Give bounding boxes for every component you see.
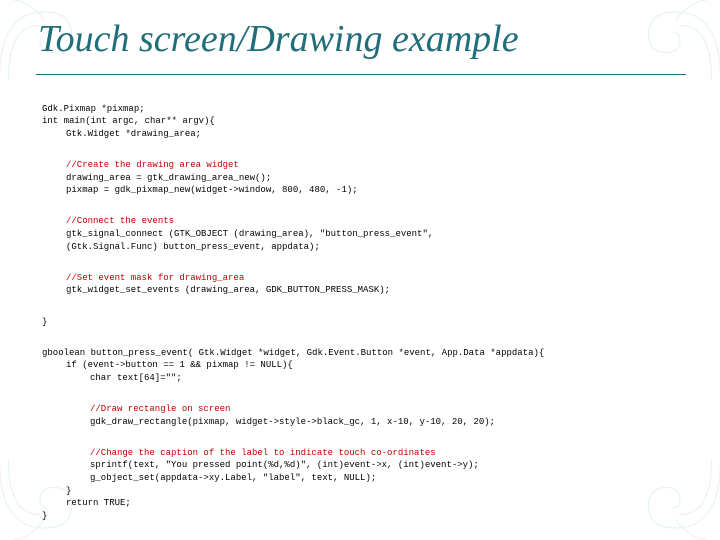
slide-title: Touch screen/Drawing example (38, 20, 519, 60)
title-underline (36, 74, 686, 75)
code-line: drawing_area = gtk_drawing_area_new(); (66, 173, 271, 183)
code-line: char text[64]=""; (90, 373, 182, 383)
code-line: Gdk.Pixmap *pixmap; (42, 104, 145, 114)
code-line: return TRUE; (66, 498, 131, 508)
code-line: (Gtk.Signal.Func) button_press_event, ap… (66, 242, 320, 252)
code-line: gboolean button_press_event( Gtk.Widget … (42, 348, 544, 358)
code-line: } (42, 317, 47, 327)
code-line: gtk_widget_set_events (drawing_area, GDK… (66, 285, 390, 295)
ornament-top-right (616, 0, 720, 84)
code-line: if (event->button == 1 && pixmap != NULL… (66, 360, 293, 370)
code-line: } (42, 511, 47, 521)
code-body: Gdk.Pixmap *pixmap; int main(int argc, c… (42, 90, 682, 540)
code-line: pixmap = gdk_pixmap_new(widget->window, … (66, 185, 358, 195)
code-comment: //Set event mask for drawing_area (66, 273, 244, 283)
code-line: gtk_signal_connect (GTK_OBJECT (drawing_… (66, 229, 433, 239)
code-comment: //Create the drawing area widget (66, 160, 239, 170)
code-line: g_object_set(appdata->xy.Label, "label",… (90, 473, 376, 483)
code-line: } (66, 486, 71, 496)
code-comment: //Draw rectangle on screen (90, 404, 230, 414)
code-line: gdk_draw_rectangle(pixmap, widget->style… (90, 417, 495, 427)
code-line: sprintf(text, "You pressed point(%d,%d)"… (90, 460, 479, 470)
code-comment: //Change the caption of the label to ind… (90, 448, 436, 458)
slide: Touch screen/Drawing example Gdk.Pixmap … (0, 0, 720, 540)
code-comment: //Connect the events (66, 216, 174, 226)
code-line: int main(int argc, char** argv){ (42, 116, 215, 126)
code-line: Gtk.Widget *drawing_area; (66, 129, 201, 139)
